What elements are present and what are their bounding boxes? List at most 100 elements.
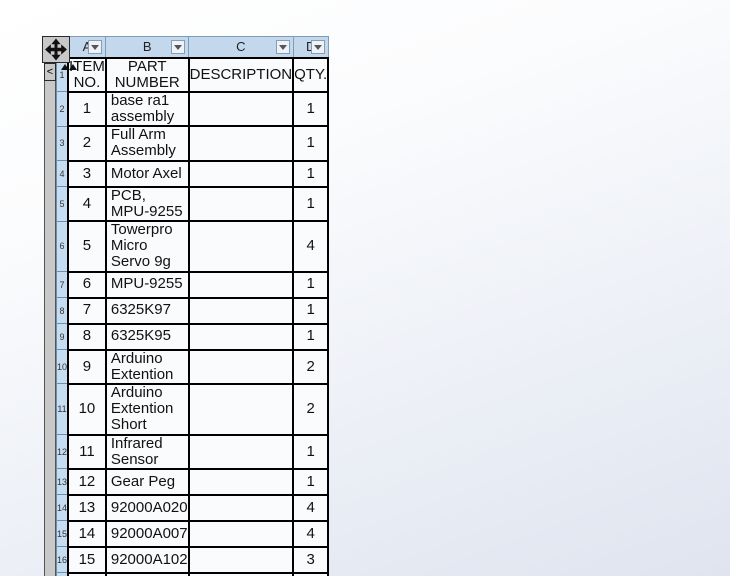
cell-item-no[interactable]: 15	[67, 545, 107, 574]
table-row: 4 3 Motor Axel 1	[56, 159, 330, 188]
row-number-cell[interactable]: 6	[56, 220, 69, 273]
cell-item-no[interactable]: 6	[67, 270, 107, 299]
cell-part-number[interactable]: Infrared Sensor	[104, 433, 190, 470]
column-header-d[interactable]: D	[292, 36, 329, 58]
row-number-cell[interactable]: 15	[56, 520, 69, 548]
filter-button-a[interactable]	[88, 40, 103, 54]
cell-description[interactable]	[187, 348, 295, 385]
cell-item-no[interactable]: 8	[67, 322, 107, 351]
table-row: 7 6 MPU-9255 1	[56, 270, 330, 299]
cell-description[interactable]	[187, 433, 295, 470]
cell-part-number[interactable]: Gear Peg	[104, 467, 190, 496]
cell-item-no[interactable]: 10	[67, 382, 107, 436]
column-header-c[interactable]: C	[188, 36, 294, 58]
cell-part-number[interactable]: Motor Axel	[104, 159, 190, 188]
row-number-cell[interactable]: 12	[56, 433, 69, 470]
cell-description[interactable]	[187, 90, 295, 128]
cell-description[interactable]	[187, 467, 295, 496]
cell-qty[interactable]: 1	[292, 270, 330, 299]
cell-part-number[interactable]: 6325K95	[104, 322, 190, 351]
row-number-cell[interactable]: 11	[56, 383, 69, 435]
cell-item-no[interactable]: 1	[67, 90, 107, 128]
left-gutter-strip	[44, 63, 56, 576]
cell-part-number[interactable]: 92000A020	[104, 493, 190, 522]
table-row: 11 10 Arduino Extention Short 2	[56, 382, 330, 436]
row-number-cell[interactable]: 2	[56, 91, 69, 127]
table-row: 8 7 6325K97 1	[56, 296, 330, 325]
cell-item-no[interactable]: 14	[67, 519, 107, 548]
cell-description[interactable]	[187, 322, 295, 351]
column-header-b[interactable]: B	[105, 36, 190, 58]
cell-description[interactable]	[187, 159, 295, 188]
cell-item-no[interactable]: 12	[67, 467, 107, 496]
cell-item-no[interactable]: 13	[67, 493, 107, 522]
cell-part-number[interactable]: 6325K97	[104, 296, 190, 325]
table-row: 12 11 Infrared Sensor 1	[56, 433, 330, 470]
cell-description[interactable]	[187, 125, 295, 162]
cell-qty[interactable]: 1	[292, 90, 330, 128]
filter-button-d[interactable]	[310, 40, 325, 54]
cell-qty[interactable]: 1	[292, 467, 330, 496]
row-number-cell[interactable]: 4	[56, 160, 69, 188]
table-row: 15 14 92000A007 4	[56, 519, 330, 548]
cell-description[interactable]: DESCRIPTION	[187, 56, 295, 93]
table-row: 9 8 6325K95 1	[56, 322, 330, 351]
cell-qty[interactable]: 1	[292, 296, 330, 325]
cell-description[interactable]	[187, 270, 295, 299]
cell-qty[interactable]: 1	[292, 159, 330, 188]
cell-description[interactable]	[187, 382, 295, 436]
cell-item-no[interactable]: 11	[67, 433, 107, 470]
table-row: 10 9 Arduino Extention 2	[56, 348, 330, 385]
cell-part-number[interactable]: Full Arm Assembly	[104, 125, 190, 162]
cell-description[interactable]	[187, 296, 295, 325]
cell-part-number[interactable]: Towerpro Micro Servo 9g	[104, 220, 190, 273]
cell-qty[interactable]: 1	[292, 185, 330, 223]
cell-item-no[interactable]: 7	[67, 296, 107, 325]
row-number-cell[interactable]: 7	[56, 271, 69, 299]
cell-description[interactable]	[187, 519, 295, 548]
collapse-left-icon[interactable]: <	[44, 63, 56, 81]
row-number-cell[interactable]: 13	[56, 468, 69, 496]
cell-qty[interactable]: 1	[292, 433, 330, 470]
table-row: 6 5 Towerpro Micro Servo 9g 4	[56, 220, 330, 273]
cell-item-no[interactable]: 4	[67, 185, 107, 223]
filter-button-b[interactable]	[171, 40, 186, 54]
cell-part-number[interactable]: 92000A007	[104, 519, 190, 548]
cell-part-number[interactable]: base ra1 assembly	[104, 90, 190, 128]
table-row: 3 2 Full Arm Assembly 1	[56, 125, 330, 162]
cell-description[interactable]	[187, 220, 295, 273]
cell-part-number[interactable]: PCB, MPU-9255	[104, 185, 190, 223]
cell-qty[interactable]: 4	[292, 220, 330, 273]
row-number-cell[interactable]: 8	[56, 297, 69, 325]
cell-qty[interactable]: 2	[292, 348, 330, 385]
cell-part-number[interactable]: MPU-9255	[104, 270, 190, 299]
cell-qty[interactable]: 3	[292, 545, 330, 574]
cell-qty[interactable]: 1	[292, 322, 330, 351]
cell-qty[interactable]: 1	[292, 125, 330, 162]
cell-part-number[interactable]: Arduino Extention Short	[104, 382, 190, 436]
cell-part-number[interactable]: Arduino Extention	[104, 348, 190, 385]
cell-item-no[interactable]: 9	[67, 348, 107, 385]
cell-qty[interactable]: 2	[292, 382, 330, 436]
row-number-cell[interactable]: 3	[56, 125, 69, 162]
cell-item-no[interactable]: 3	[67, 159, 107, 188]
cell-item-no[interactable]: 5	[67, 220, 107, 273]
cell-qty[interactable]: QTY.	[292, 56, 330, 93]
row-number-cell[interactable]: 10	[56, 349, 69, 385]
up-arrows-icon	[56, 58, 82, 70]
cell-part-number[interactable]: 92000A102	[104, 545, 190, 574]
row-number-cell[interactable]: 9	[56, 323, 69, 351]
cell-item-no[interactable]: 2	[67, 125, 107, 162]
cell-description[interactable]	[187, 493, 295, 522]
column-header-a[interactable]: A	[67, 36, 107, 58]
row-number-cell[interactable]: 5	[56, 186, 69, 222]
filter-button-c[interactable]	[275, 40, 290, 54]
cell-description[interactable]	[187, 545, 295, 574]
cell-qty[interactable]: 4	[292, 519, 330, 548]
row-number-cell[interactable]: 16	[56, 546, 69, 574]
table-row: 5 4 PCB, MPU-9255 1	[56, 185, 330, 223]
cell-qty[interactable]: 4	[292, 493, 330, 522]
cell-part-number[interactable]: PART NUMBER	[104, 56, 190, 93]
cell-description[interactable]	[187, 185, 295, 223]
row-number-cell[interactable]: 14	[56, 494, 69, 522]
